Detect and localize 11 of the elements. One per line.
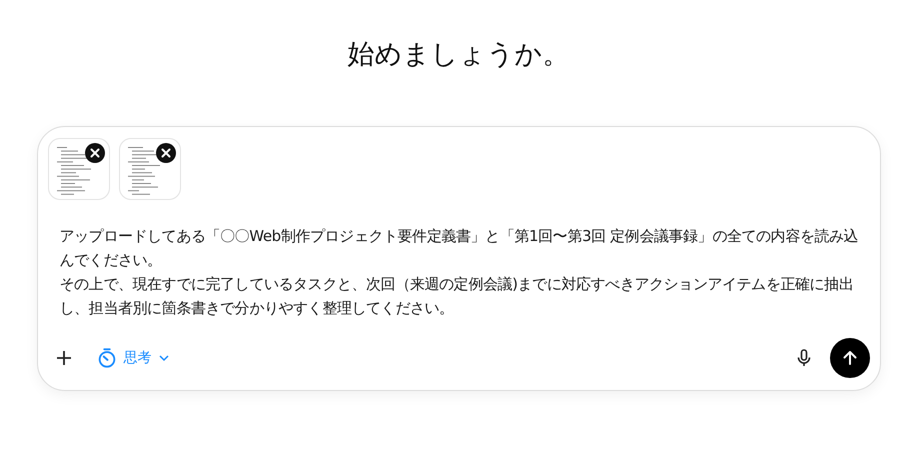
close-icon bbox=[84, 143, 104, 163]
send-button[interactable] bbox=[830, 338, 870, 378]
page-heading: 始めましょうか。 bbox=[348, 38, 570, 72]
message-input[interactable]: アップロードしてある「〇〇Web制作プロジェクト要件定義書」と「第1回〜第3回 定例会議事録」の全ての内容を読み込んでください。 その上で、現在すでに完了しているタスクと、次回（来週の定例会議)までに対応すべきアクションアイテムを正確に抽出し、担当者別に箇条書きで分かりやすく整理してください。 bbox=[60, 224, 860, 320]
remove-attachment-button[interactable] bbox=[84, 143, 104, 163]
message-paragraph: その上で、現在すでに完了しているタスクと、次回（来週の定例会議)までに対応すべきアクションアイテムを正確に抽出し、担当者別に箇条書きで分かりやすく整理してください。 bbox=[60, 274, 854, 319]
remove-attachment-button[interactable] bbox=[156, 143, 176, 163]
message-paragraph: アップロードしてある「〇〇Web制作プロジェクト要件定義書」と「第1回〜第3回 定例会議事録」の全ての内容を読み込んでください。 bbox=[60, 226, 860, 271]
document-thumbnail[interactable] bbox=[118, 138, 180, 200]
close-icon bbox=[156, 143, 176, 163]
document-thumbnail[interactable] bbox=[48, 138, 110, 200]
